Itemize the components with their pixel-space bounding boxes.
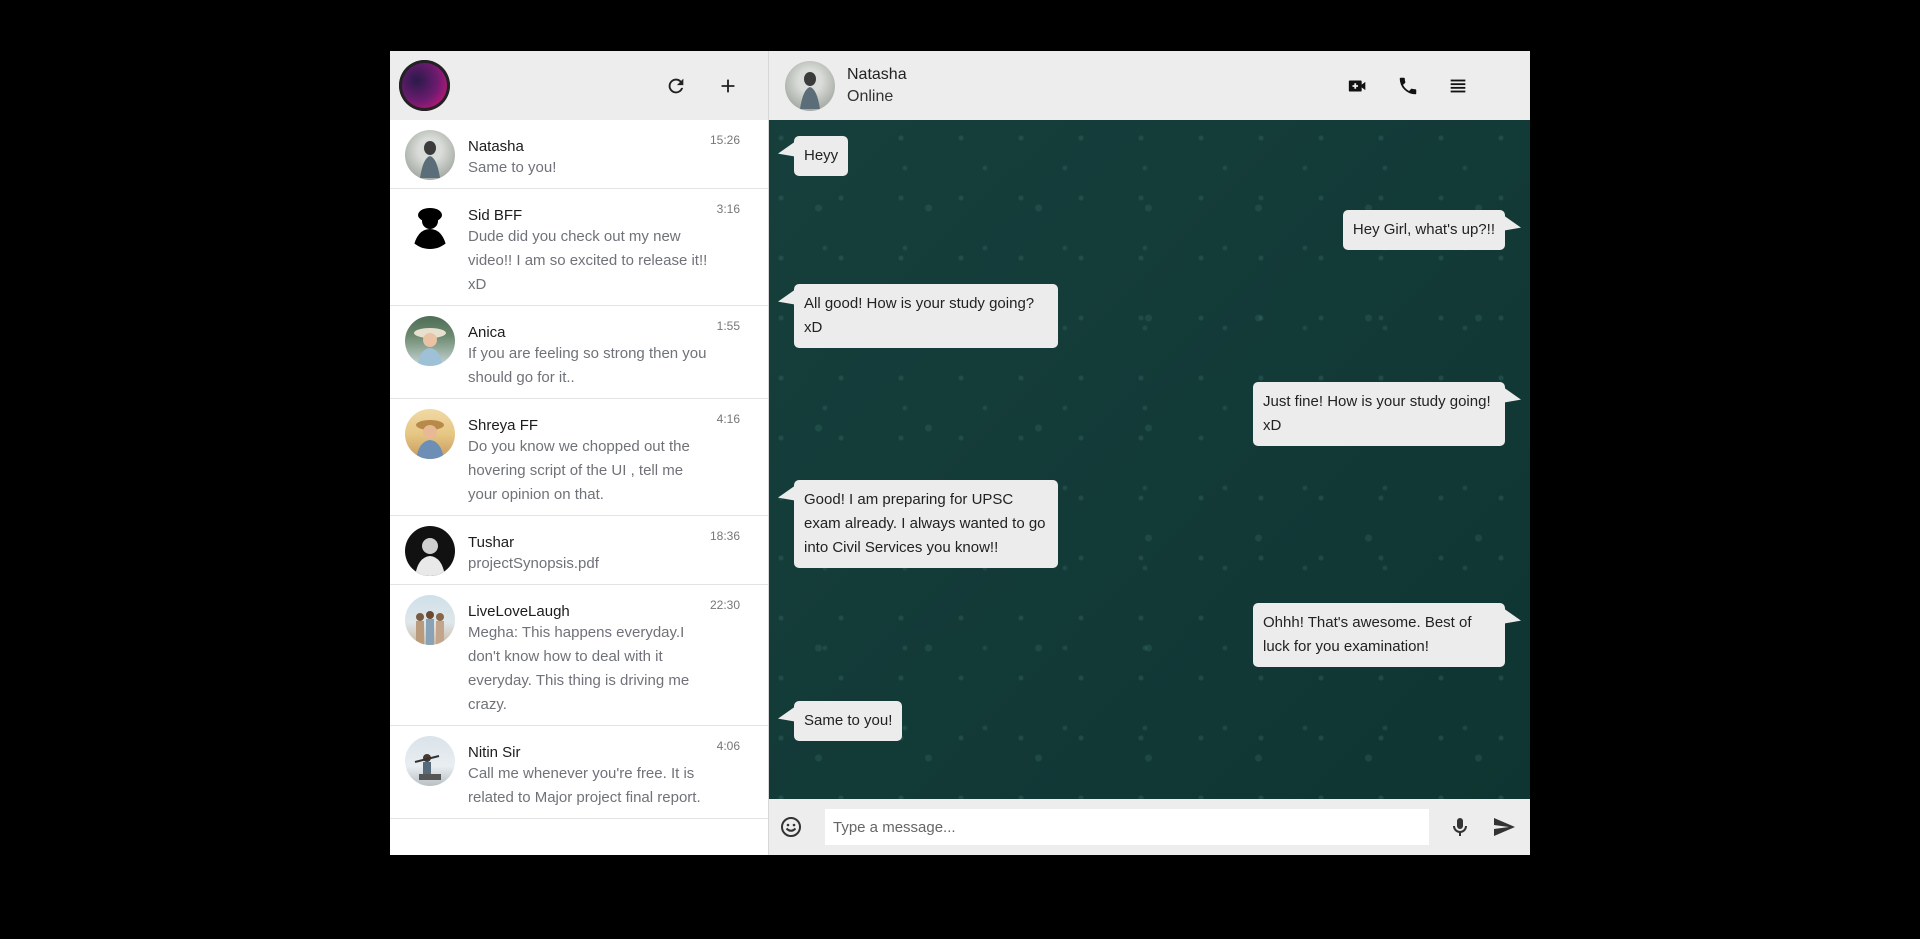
chat-preview: projectSynopsis.pdf (468, 555, 599, 572)
chat-time: 3:16 (716, 202, 740, 216)
message-bubble-outgoing: Just fine! How is your study going! xD (1253, 382, 1505, 446)
chat-preview: Megha: This happens everyday.I don't kno… (468, 624, 690, 713)
chat-name: Natasha (468, 138, 524, 155)
chat-name: Sid BFF (468, 207, 523, 224)
chat-preview: Do you know we chopped out the hovering … (468, 438, 690, 503)
chat-list-item[interactable]: Natasha Same to you! 15:26 (390, 120, 768, 189)
chat-preview: Same to you! (468, 159, 557, 176)
chat-name: Anica (468, 324, 506, 341)
message-bubble-outgoing: Hey Girl, what's up?!! (1342, 210, 1505, 250)
emoji-icon[interactable] (779, 815, 803, 844)
message-thread: Heyy Hey Girl, what's up?!! All good! Ho… (769, 120, 1530, 799)
my-avatar[interactable] (399, 60, 450, 111)
contact-name: Natasha (847, 65, 907, 83)
chat-time: 18:36 (709, 529, 740, 543)
refresh-icon[interactable] (664, 74, 688, 98)
sidebar-header (390, 51, 768, 120)
chat-time: 4:06 (716, 739, 740, 753)
message-bubble-incoming: Same to you! (794, 701, 903, 741)
chat-time: 15:26 (709, 133, 740, 147)
message-bubble-incoming: Good! I am preparing for UPSC exam alrea… (794, 480, 1058, 568)
avatar (405, 409, 455, 459)
message-bubble-incoming: All good! How is your study going? xD (794, 284, 1058, 348)
chat-list-item[interactable]: Anica If you are feeling so strong then … (390, 306, 768, 399)
chat-time: 4:16 (716, 412, 740, 426)
chat-name: LiveLoveLaugh (468, 603, 570, 620)
chat-name: Tushar (468, 534, 515, 551)
avatar (405, 316, 455, 366)
menu-icon[interactable] (1446, 74, 1470, 98)
chat-name: Shreya FF (468, 417, 539, 434)
send-icon[interactable] (1492, 815, 1516, 844)
chat-list-item[interactable]: Shreya FF Do you know we chopped out the… (390, 399, 768, 516)
chat-time: 22:30 (709, 598, 740, 612)
contact-status: Online (847, 87, 894, 105)
sidebar-actions (664, 51, 740, 120)
mic-icon[interactable] (1448, 815, 1472, 844)
phone-icon[interactable] (1396, 74, 1420, 98)
conversation-header: Natasha Online (769, 51, 1530, 120)
chat-list-item[interactable]: LiveLoveLaugh Megha: This happens everyd… (390, 585, 768, 726)
chat-preview: If you are feeling so strong then you sh… (468, 345, 707, 386)
chat-app: Natasha Same to you! 15:26 Sid BFF Dude … (390, 51, 1530, 855)
message-composer (769, 799, 1530, 855)
chat-preview: Call me whenever you're free. It is rela… (468, 765, 701, 806)
chat-time: 1:55 (716, 319, 740, 333)
message-input[interactable] (825, 809, 1429, 845)
chat-list-item[interactable]: Nitin Sir Call me whenever you're free. … (390, 726, 768, 819)
message-bubble-incoming: Heyy (794, 136, 849, 176)
video-call-icon[interactable] (1346, 74, 1370, 98)
avatar (405, 526, 455, 576)
conversation-panel: Natasha Online Heyy Hey Girl, what's up?… (769, 51, 1530, 855)
chat-list-item[interactable]: Sid BFF Dude did you check out my new vi… (390, 189, 768, 306)
plus-icon[interactable] (716, 74, 740, 98)
contact-avatar[interactable] (785, 60, 835, 111)
chat-list: Natasha Same to you! 15:26 Sid BFF Dude … (390, 120, 768, 855)
chat-name: Nitin Sir (468, 744, 521, 761)
sidebar: Natasha Same to you! 15:26 Sid BFF Dude … (390, 51, 769, 855)
avatar (405, 199, 455, 249)
chat-preview: Dude did you check out my new video!! I … (468, 228, 708, 293)
conversation-actions (1346, 51, 1470, 120)
avatar (405, 595, 455, 645)
chat-list-item[interactable]: Tushar projectSynopsis.pdf 18:36 (390, 516, 768, 585)
message-bubble-outgoing: Ohhh! That's awesome. Best of luck for y… (1253, 603, 1505, 667)
avatar (405, 130, 455, 180)
avatar (405, 736, 455, 786)
contact-info[interactable]: Natasha Online (847, 64, 907, 108)
